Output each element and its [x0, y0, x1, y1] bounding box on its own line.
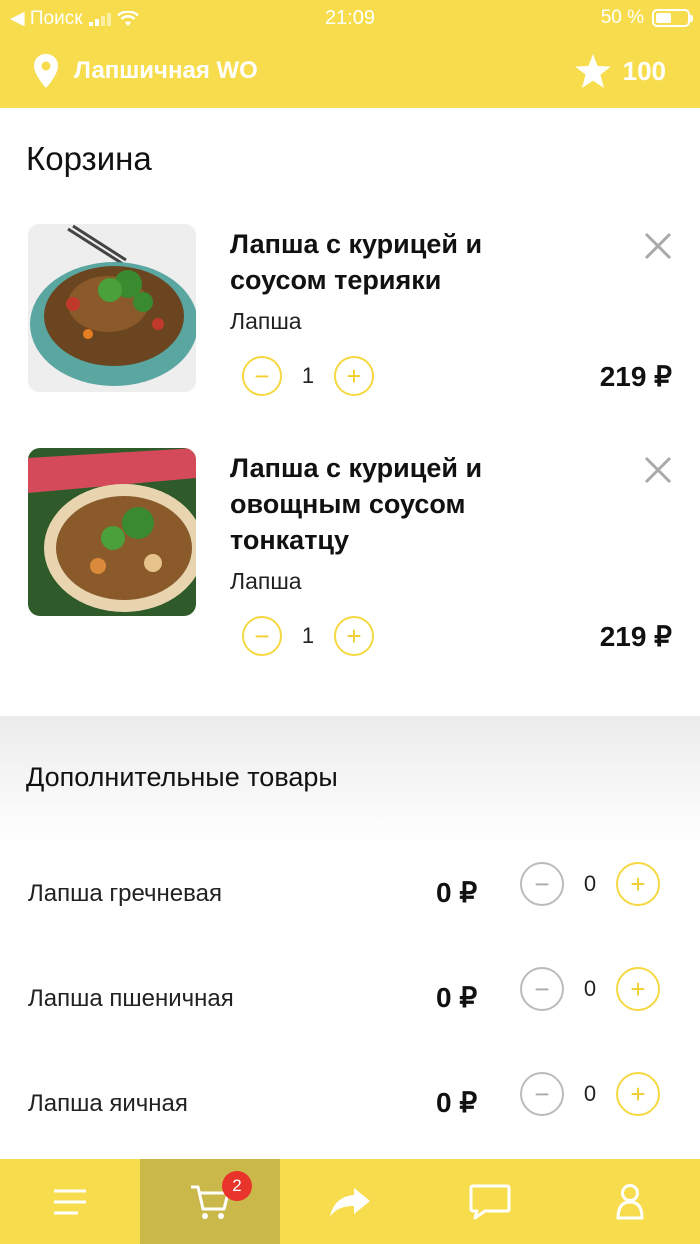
- product-price: 219 ₽: [599, 621, 672, 652]
- extra-name: Лапша яичная: [28, 1090, 188, 1117]
- increment-button[interactable]: +: [616, 967, 660, 1011]
- extra-item: Лапша яичная 0 ₽ − 0 +: [0, 1072, 700, 1132]
- quantity-value: 1: [301, 363, 315, 388]
- location-pin-icon: [34, 54, 58, 88]
- extra-item: Лапша пшеничная 0 ₽ − 0 +: [0, 967, 700, 1027]
- location-selector[interactable]: Лапшичная WO: [34, 54, 258, 88]
- tab-share[interactable]: [280, 1159, 420, 1244]
- quantity-value: 1: [301, 623, 315, 648]
- increment-button[interactable]: +: [334, 616, 374, 656]
- star-icon: [574, 54, 611, 88]
- extra-name: Лапша гречневая: [28, 880, 222, 907]
- quantity-stepper: − 0 +: [520, 1072, 660, 1116]
- tab-chat[interactable]: [420, 1159, 560, 1244]
- battery-icon: [652, 9, 693, 27]
- profile-icon: [616, 1183, 644, 1219]
- extra-price: 0 ₽: [436, 1087, 478, 1118]
- decrement-button[interactable]: −: [520, 862, 564, 906]
- points-value: 100: [622, 55, 666, 86]
- quantity-value: 0: [583, 871, 597, 896]
- cart-badge: 2: [222, 1171, 252, 1201]
- cart-item: Лапша с курицей и овощным соусом тонкатц…: [0, 448, 700, 668]
- cart-item: Лапша с курицей и соусом терияки Лапша −…: [0, 224, 700, 404]
- extras-title: Дополнительные товары: [26, 762, 338, 792]
- battery-percent: 50 %: [600, 7, 644, 28]
- product-name: Лапша с курицей и овощным соусом тонкатц…: [230, 453, 483, 555]
- status-right: 50 %: [600, 7, 693, 29]
- product-image: [28, 448, 196, 616]
- decrement-button[interactable]: −: [520, 1072, 564, 1116]
- decrement-button[interactable]: −: [242, 616, 282, 656]
- product-price: 219 ₽: [599, 361, 672, 392]
- increment-button[interactable]: +: [334, 356, 374, 396]
- clock: 21:09: [324, 7, 376, 29]
- product-category: Лапша: [230, 568, 302, 594]
- remove-item-icon[interactable]: [642, 454, 674, 486]
- extra-item: Лапша гречневая 0 ₽ − 0 +: [0, 862, 700, 922]
- extra-name: Лапша пшеничная: [28, 985, 234, 1012]
- decrement-button[interactable]: −: [520, 967, 564, 1011]
- tab-bar: 2: [0, 1159, 700, 1244]
- decrement-button[interactable]: −: [242, 356, 282, 396]
- tab-profile[interactable]: [560, 1159, 700, 1244]
- cart-title: Корзина: [26, 140, 152, 177]
- extra-price: 0 ₽: [436, 877, 478, 908]
- top-bar: ◀ Поиск 21:09 50 % Лапшичная WO 100: [0, 0, 700, 108]
- increment-button[interactable]: +: [616, 1072, 660, 1116]
- product-image: [28, 224, 196, 392]
- points-balance[interactable]: 100: [574, 54, 666, 88]
- remove-item-icon[interactable]: [642, 230, 674, 262]
- quantity-stepper: − 1 +: [242, 616, 374, 656]
- quantity-stepper: − 0 +: [520, 967, 660, 1011]
- share-icon: [330, 1187, 370, 1217]
- quantity-stepper: − 0 +: [520, 862, 660, 906]
- chat-icon: [469, 1184, 511, 1219]
- header: Лапшичная WO 100: [0, 48, 700, 96]
- quantity-stepper: − 1 +: [242, 356, 374, 396]
- quantity-value: 0: [583, 1081, 597, 1106]
- menu-icon: [54, 1189, 86, 1214]
- tab-cart[interactable]: 2: [140, 1159, 280, 1244]
- quantity-value: 0: [583, 976, 597, 1001]
- extra-price: 0 ₽: [436, 982, 478, 1013]
- tab-menu[interactable]: [0, 1159, 140, 1244]
- product-category: Лапша: [230, 308, 302, 334]
- status-bar: ◀ Поиск 21:09 50 %: [0, 0, 700, 36]
- increment-button[interactable]: +: [616, 862, 660, 906]
- location-name: Лапшичная WO: [74, 57, 258, 84]
- product-name: Лапша с курицей и соусом терияки: [230, 229, 483, 295]
